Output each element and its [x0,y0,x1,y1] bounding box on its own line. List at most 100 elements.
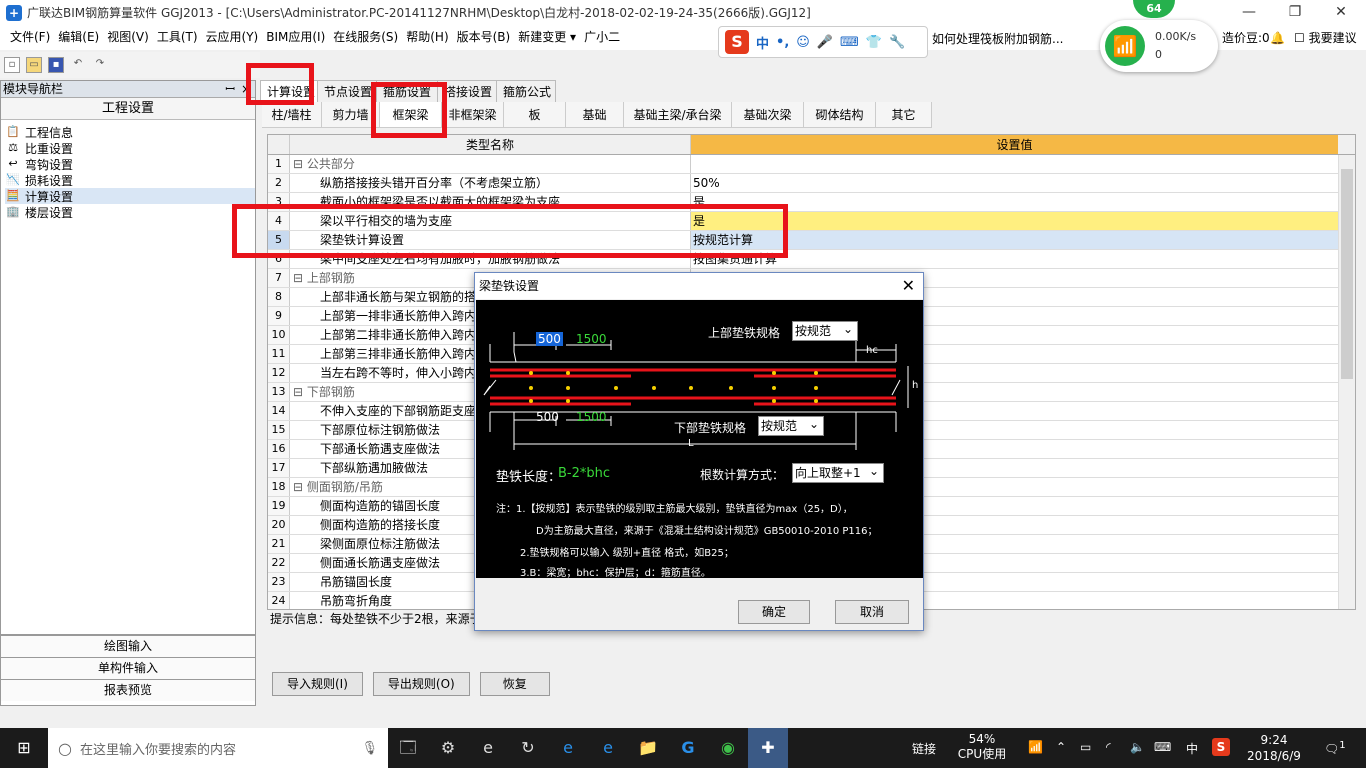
pin-icon[interactable]: ꟷ [225,81,235,97]
sogou-tray-icon[interactable]: S [1212,738,1230,756]
maximize-button[interactable]: ❐ [1272,0,1318,25]
row-number: 22 [268,554,290,572]
menu-tools[interactable]: 工具(T) [153,25,202,50]
row-value[interactable] [691,155,1338,173]
row-value[interactable]: 按规范计算 [691,231,1338,249]
volume-icon[interactable]: 🔈 [1130,740,1145,754]
row-value[interactable]: 50% [691,174,1338,192]
glodon-app-icon[interactable]: G [668,728,708,768]
mic-icon[interactable]: 🎤 [817,35,833,50]
menu-new-change[interactable]: 新建变更 ▾ [514,25,580,50]
count-method-select[interactable]: 向上取整+1 [792,462,884,483]
export-rules-button[interactable]: 导出规则(O) [372,672,470,696]
network-widget[interactable]: 📶 0.00K/s 0 [1100,20,1218,72]
subtab-non-frame-beam[interactable]: 非框架梁 [442,102,504,127]
bell-icon[interactable]: 🔔 [1270,28,1285,48]
top-pad-select[interactable]: 按规范 [792,320,858,341]
subtab-foundation-sub-beam[interactable]: 基础次梁 [732,102,804,127]
nav-section-project-settings[interactable]: 工程设置 [1,98,255,120]
keyboard-icon[interactable]: ⌨ [840,35,859,50]
dialog-ok-button[interactable]: 确定 [738,600,810,624]
refresh-app-icon[interactable]: ↻ [508,728,548,768]
subtab-foundation[interactable]: 基础 [566,102,624,127]
subtab-column[interactable]: 柱/墙柱 [262,102,322,127]
nav-item-loss[interactable]: 📉 损耗设置 [5,172,255,188]
nav-item-calc[interactable]: 🧮 计算设置 [5,188,255,204]
mic-icon[interactable]: 🎙 [361,741,378,756]
subtab-masonry[interactable]: 砌体结构 [804,102,876,127]
task-view-icon[interactable]: 🗔 [388,728,428,768]
ggj-app-icon[interactable]: ✚ [748,728,788,768]
cpu-usage[interactable]: 54% CPU使用 [956,732,1008,762]
wifi-tray-icon[interactable]: 📶 [1028,740,1043,754]
keyboard-tray-icon[interactable]: ⌨ [1154,740,1171,754]
row-value[interactable]: 是 [691,212,1338,230]
menu-version[interactable]: 版本号(B) [453,25,515,50]
notification-icon[interactable]: 🗨1 [1324,740,1346,756]
menu-online[interactable]: 在线服务(S) [329,25,402,50]
nav-report-preview[interactable]: 报表预览 [1,679,255,701]
start-button[interactable]: ⊞ [0,728,48,768]
chevron-up-icon[interactable]: ⌃ [1056,740,1066,754]
nav-item-hook[interactable]: ↩ 弯钩设置 [5,156,255,172]
explorer-app-icon[interactable]: 📁 [628,728,668,768]
nav-drawing-input[interactable]: 绘图输入 [1,635,255,657]
emoji-icon[interactable]: ☺ [796,35,810,50]
grid-category-row[interactable]: 1 ⊟ 公共部分 [268,155,1355,174]
green-app-icon[interactable]: ◉ [708,728,748,768]
grid-scrollbar[interactable] [1338,155,1355,609]
scroll-thumb[interactable] [1341,169,1353,379]
suggest-link[interactable]: ☐ 我要建议 [1294,28,1357,48]
settings-app-icon[interactable]: ⚙ [428,728,468,768]
tray-link[interactable]: 链接 [912,740,936,757]
tab-stirrup-formula[interactable]: 箍筋公式 [496,80,556,102]
dialog-cancel-button[interactable]: 取消 [835,600,909,624]
menu-edit[interactable]: 编辑(E) [54,25,103,50]
clock[interactable]: 9:24 2018/6/9 [1244,732,1304,764]
ime-punct[interactable]: •, [776,35,789,50]
nav-item-project-info[interactable]: 📋 工程信息 [5,124,255,140]
row-value[interactable]: 按图集贯通计算 [691,250,1338,268]
network-tray-icon[interactable]: ◜ [1106,740,1111,754]
menu-bim[interactable]: BIM应用(I) [262,25,329,50]
lang-indicator[interactable]: 中 [1186,740,1198,757]
row-value[interactable]: 是 [691,193,1338,211]
sogou-logo-icon[interactable]: S [725,30,749,54]
grid-row[interactable]: 2 纵筋搭接接头错开百分率（不考虑架立筋） 50% [268,174,1355,193]
skin-icon[interactable]: 👕 [866,35,882,50]
nav-item-density[interactable]: ⚖ 比重设置 [5,140,255,156]
save-icon[interactable]: ▪ [48,57,64,73]
close-window-button[interactable]: ✕ [1318,0,1364,25]
wrench-icon[interactable]: 🔧 [889,35,905,50]
menu-file[interactable]: 文件(F) [6,25,54,50]
taskbar-search[interactable]: ○ 在这里输入你要搜索的内容 🎙 [48,728,388,768]
subtab-foundation-main-beam[interactable]: 基础主梁/承台梁 [624,102,732,127]
menu-cloud[interactable]: 云应用(Y) [202,25,263,50]
row-number: 23 [268,573,290,591]
edge-app-icon[interactable]: e [548,728,588,768]
ime-mode[interactable]: 中 [756,33,769,52]
battery-icon[interactable]: ▭ [1080,740,1091,754]
dialog-close-icon[interactable]: ✕ [902,273,915,299]
ie-app-icon[interactable]: e [468,728,508,768]
menu-help[interactable]: 帮助(H) [402,25,452,50]
undo-icon[interactable]: ↶ [70,57,86,73]
restore-button[interactable]: 恢复 [479,672,550,696]
import-rules-button[interactable]: 导入规则(I) [272,672,363,696]
open-folder-icon[interactable]: ▭ [26,57,42,73]
menu-view[interactable]: 视图(V) [103,25,153,50]
subtab-slab[interactable]: 板 [504,102,566,127]
nav-item-floor[interactable]: 🏢 楼层设置 [5,204,255,220]
search-tip-link[interactable]: 如何处理筏板附加钢筋... [932,28,1102,50]
redo-icon[interactable]: ↷ [92,57,108,73]
subtab-other[interactable]: 其它 [876,102,932,127]
top-dim-a[interactable]: 500 [536,332,563,346]
new-file-icon[interactable]: ▫ [4,57,20,73]
ie2-app-icon[interactable]: e [588,728,628,768]
row-number: 19 [268,497,290,515]
tab-node-settings[interactable]: 节点设置 [317,80,377,102]
minimize-button[interactable]: — [1226,0,1272,25]
nav-single-component[interactable]: 单构件输入 [1,657,255,679]
bottom-pad-select[interactable]: 按规范 [758,415,824,436]
menu-guangxiaoer[interactable]: 广小二 [580,25,624,50]
